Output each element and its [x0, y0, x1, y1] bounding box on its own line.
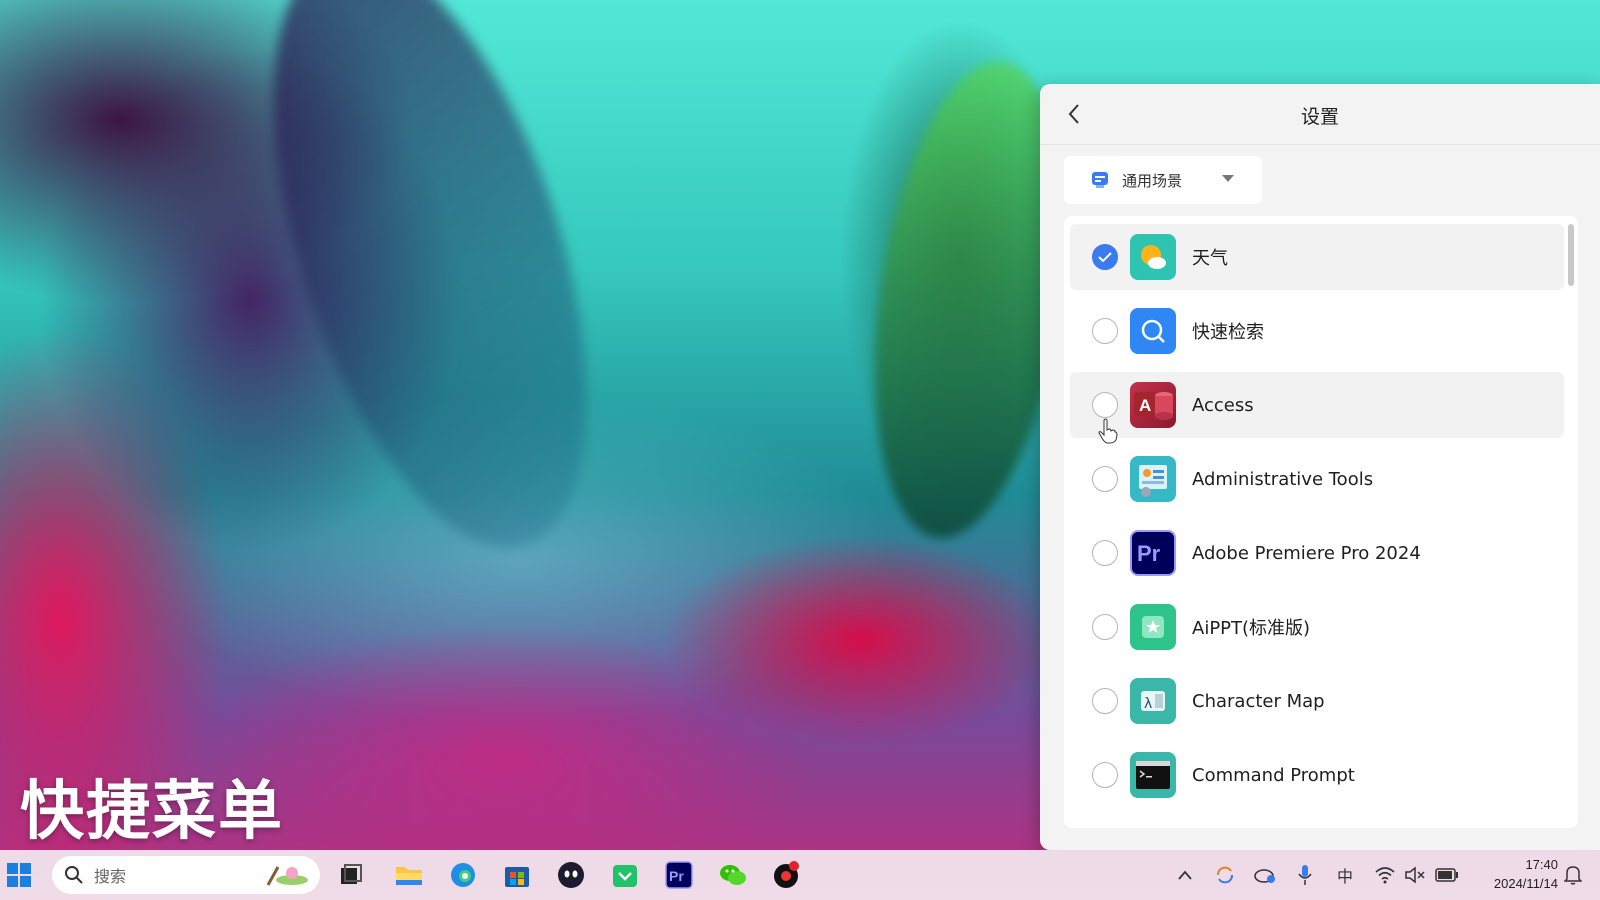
- weather-icon: [1130, 234, 1176, 280]
- checkbox[interactable]: [1092, 688, 1118, 714]
- bell-icon: [1564, 866, 1582, 885]
- scene-icon: [1092, 172, 1108, 188]
- app-list: 天气 快速检索 A Access Administrative Tools Pr…: [1064, 216, 1578, 828]
- shopping-app-button[interactable]: [608, 858, 642, 892]
- clock-time: 17:40: [1525, 857, 1558, 872]
- clock-date: 2024/11/14: [1493, 876, 1558, 891]
- list-item-label: Access: [1192, 394, 1254, 416]
- microphone-icon: [1298, 865, 1312, 885]
- aippt-icon: [1130, 604, 1176, 650]
- search-icon: [65, 866, 83, 884]
- checkbox[interactable]: [1092, 614, 1118, 640]
- media-app-icon: [774, 861, 799, 888]
- list-item[interactable]: A Access: [1070, 372, 1564, 438]
- caret-down-icon: [1222, 175, 1234, 182]
- taskbar-clock[interactable]: 17:40 2024/11/14: [1474, 855, 1558, 893]
- premiere-pro-icon: Pr: [665, 861, 693, 889]
- video-caption: 快捷菜单: [20, 775, 284, 849]
- checkbox[interactable]: [1092, 244, 1118, 270]
- checkbox[interactable]: [1092, 540, 1118, 566]
- media-app-button[interactable]: [770, 858, 804, 892]
- premiere-pro-taskbar-button[interactable]: Pr: [662, 858, 696, 892]
- checkbox[interactable]: [1092, 466, 1118, 492]
- svg-text:Pr: Pr: [1137, 541, 1161, 566]
- show-hidden-icons-button[interactable]: [1172, 862, 1198, 888]
- sync-icon: [1217, 866, 1233, 884]
- search-highlight-icon: [266, 866, 308, 886]
- search-placeholder: 搜索: [94, 867, 127, 886]
- network-button[interactable]: [1372, 862, 1398, 888]
- onedrive-tray-button[interactable]: [1252, 862, 1278, 888]
- list-item-label: Character Map: [1192, 690, 1325, 712]
- premiere-pro-icon: Pr: [1130, 530, 1176, 576]
- wechat-button[interactable]: [716, 858, 750, 892]
- admin-tools-icon: [1130, 456, 1176, 502]
- panel-header: 设置: [1040, 84, 1600, 145]
- hand-cursor-icon: [1098, 418, 1118, 444]
- scene-dropdown[interactable]: 通用场景: [1064, 156, 1262, 204]
- battery-icon: [1435, 868, 1458, 882]
- list-item[interactable]: 天气: [1070, 224, 1564, 290]
- sync-tray-button[interactable]: [1212, 862, 1238, 888]
- list-item[interactable]: λ Character Map: [1070, 668, 1564, 734]
- list-item[interactable]: Pr Adobe Premiere Pro 2024: [1070, 520, 1564, 586]
- windows-start-icon: [7, 863, 31, 887]
- svg-text:A: A: [1139, 396, 1151, 415]
- svg-text:Pr: Pr: [669, 868, 684, 884]
- list-item[interactable]: 快速检索: [1070, 298, 1564, 364]
- checkbox[interactable]: [1092, 762, 1118, 788]
- task-view-button[interactable]: [334, 858, 368, 892]
- speaker-muted-icon: [1405, 866, 1425, 884]
- taskbar: 搜索 Pr 中 17:40 2024/11/14: [0, 850, 1600, 900]
- wifi-icon: [1375, 867, 1395, 884]
- character-map-icon: λ: [1130, 678, 1176, 724]
- list-item-label: 天气: [1192, 248, 1228, 269]
- shopping-app-icon: [613, 865, 637, 887]
- battery-button[interactable]: [1434, 862, 1460, 888]
- settings-panel: 设置 通用场景 天气 快速检索 A Access Administrative …: [1040, 84, 1600, 850]
- edge-button[interactable]: [446, 858, 480, 892]
- checkbox[interactable]: [1092, 318, 1118, 344]
- list-item-label: Adobe Premiere Pro 2024: [1192, 542, 1421, 564]
- list-item-label: Command Prompt: [1192, 764, 1355, 786]
- microphone-tray-button[interactable]: [1292, 862, 1318, 888]
- checkmark-icon: [1098, 252, 1112, 262]
- task-view-icon: [341, 864, 362, 884]
- panel-title: 设置: [1300, 106, 1339, 128]
- quick-search-icon: [1130, 308, 1176, 354]
- notification-button[interactable]: [1560, 862, 1586, 888]
- taskbar-search[interactable]: 搜索: [52, 856, 320, 894]
- list-item[interactable]: Administrative Tools: [1070, 446, 1564, 512]
- list-item-label: AiPPT(标准版): [1192, 618, 1311, 639]
- scrollbar[interactable]: [1568, 224, 1574, 286]
- input-method-button[interactable]: 中: [1332, 862, 1358, 888]
- store-icon: [505, 867, 529, 887]
- list-item[interactable]: Command Prompt: [1070, 742, 1564, 808]
- chat-app-button[interactable]: [554, 858, 588, 892]
- volume-button[interactable]: [1402, 862, 1428, 888]
- chat-app-icon: [558, 862, 584, 888]
- access-app-icon: A: [1130, 382, 1176, 428]
- chevron-up-icon: [1178, 870, 1192, 880]
- file-explorer-icon: [396, 867, 422, 885]
- start-button[interactable]: [2, 858, 36, 892]
- cloud-icon: [1254, 869, 1275, 883]
- svg-text:λ: λ: [1144, 696, 1152, 712]
- edge-icon: [451, 863, 475, 887]
- file-explorer-button[interactable]: [392, 858, 426, 892]
- command-prompt-icon: [1130, 752, 1176, 798]
- scene-dropdown-value: 通用场景: [1122, 171, 1183, 190]
- list-item[interactable]: AiPPT(标准版): [1070, 594, 1564, 660]
- ime-indicator: 中: [1336, 867, 1353, 886]
- store-button[interactable]: [500, 858, 534, 892]
- checkbox[interactable]: [1092, 392, 1118, 418]
- wechat-icon: [720, 865, 746, 885]
- list-item-label: Administrative Tools: [1192, 468, 1374, 490]
- list-item-label: 快速检索: [1192, 322, 1264, 343]
